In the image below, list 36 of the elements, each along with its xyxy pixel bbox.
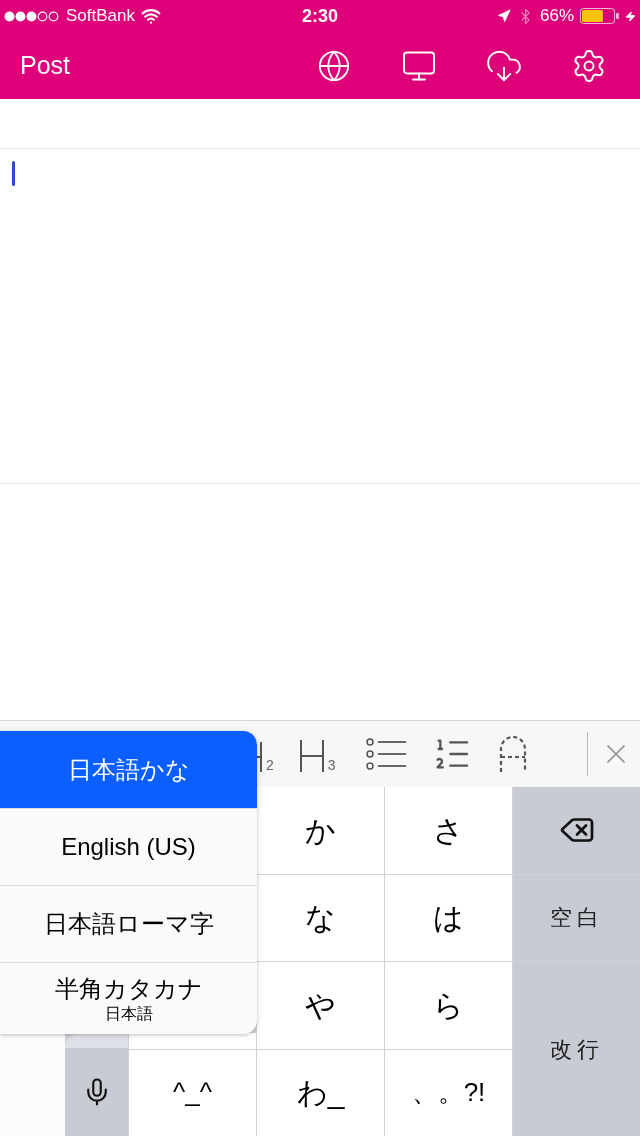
backspace-key[interactable] [513, 787, 640, 874]
location-arrow-icon [496, 9, 511, 23]
keyboard-key[interactable]: や [257, 962, 384, 1049]
dashed-letter-icon [497, 736, 528, 772]
text-style-button[interactable] [497, 736, 528, 772]
microphone-key[interactable] [65, 1048, 128, 1136]
bullet-list-button[interactable] [365, 738, 406, 770]
keyboard-key[interactable]: わ_ [257, 1049, 384, 1136]
input-mode-option[interactable]: English (US) [0, 808, 257, 885]
text-cursor [12, 161, 15, 186]
charging-bolt-icon [625, 10, 636, 22]
keyboard-key[interactable]: な [257, 874, 384, 961]
heading-button[interactable]: 3 [299, 736, 336, 772]
heading-button[interactable]: 2 [257, 736, 274, 772]
keyboard-key[interactable]: 、。?! [385, 1049, 512, 1136]
keyboard-key[interactable]: か [257, 787, 384, 874]
battery-icon [580, 8, 619, 24]
status-time: 2:30 [301, 4, 338, 28]
keyboard-key[interactable]: ^_^ [129, 1049, 256, 1136]
keyboard-key[interactable]: は [385, 874, 512, 961]
carrier-name: SoftBank [66, 5, 135, 28]
battery-percentage: 66% [539, 5, 574, 28]
signal-strength-icon [4, 10, 60, 22]
heading-icon [299, 740, 324, 772]
space-key[interactable]: 空白 [513, 874, 640, 961]
keyboard-key[interactable]: さ [385, 787, 512, 874]
wifi-icon [141, 6, 161, 26]
return-key[interactable]: 改行 [513, 962, 640, 1136]
bullet-list-icon [365, 738, 406, 770]
globe-icon [317, 48, 351, 83]
keyboard-key[interactable]: ら [385, 962, 512, 1049]
input-mode-option[interactable]: 日本語ローマ字 [0, 885, 257, 962]
nav-title: Post [20, 49, 71, 81]
input-mode-option[interactable]: 半角カタカナ 日本語 [0, 962, 257, 1034]
input-mode-option[interactable]: 日本語かな [0, 731, 257, 808]
heading-icon [257, 742, 262, 772]
